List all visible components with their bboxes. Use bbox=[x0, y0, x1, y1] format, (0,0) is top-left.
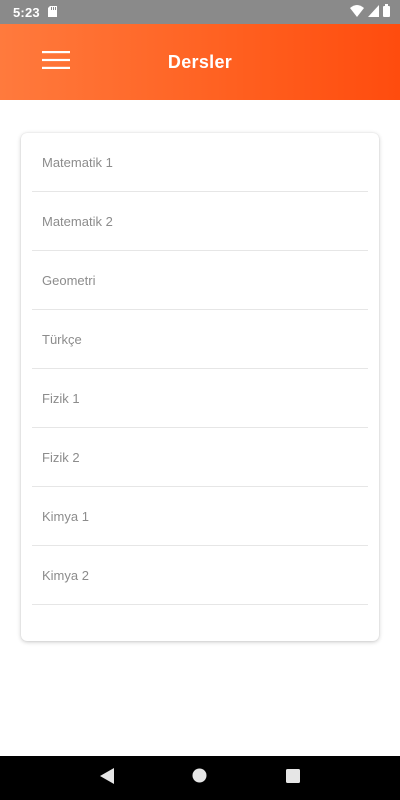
course-label: Geometri bbox=[42, 272, 96, 288]
status-bar: 5:23 bbox=[0, 0, 400, 24]
course-item-kimya-2[interactable]: Kimya 2 bbox=[32, 546, 368, 605]
battery-icon bbox=[383, 4, 390, 20]
wifi-icon bbox=[350, 4, 364, 20]
course-label: Kimya 2 bbox=[42, 567, 89, 583]
menu-button[interactable] bbox=[36, 46, 76, 78]
system-nav-bar bbox=[0, 756, 400, 800]
course-label: Matematik 2 bbox=[42, 213, 113, 229]
course-item-geometri[interactable]: Geometri bbox=[32, 251, 368, 310]
course-item-fizik-2[interactable]: Fizik 2 bbox=[32, 428, 368, 487]
course-label: Fizik 2 bbox=[42, 449, 80, 465]
sd-card-icon bbox=[47, 5, 57, 20]
course-item-fizik-1[interactable]: Fizik 1 bbox=[32, 369, 368, 428]
course-item-kimya-1[interactable]: Kimya 1 bbox=[32, 487, 368, 546]
course-label: Fizik 1 bbox=[42, 390, 80, 406]
recents-icon bbox=[286, 768, 301, 788]
course-label: Matematik 1 bbox=[42, 154, 113, 170]
status-time: 5:23 bbox=[13, 4, 40, 20]
page-title: Dersler bbox=[167, 51, 233, 72]
course-item-matematik-1[interactable]: Matematik 1 bbox=[32, 133, 368, 192]
home-button[interactable] bbox=[180, 758, 220, 798]
home-icon bbox=[192, 768, 207, 788]
course-item-turkce[interactable]: Türkçe bbox=[32, 310, 368, 369]
course-list-card: Matematik 1 Matematik 2 Geometri Türkçe … bbox=[21, 133, 379, 641]
course-label: Kimya 1 bbox=[42, 508, 89, 524]
back-button[interactable] bbox=[87, 758, 127, 798]
hamburger-menu-icon bbox=[42, 50, 70, 74]
recents-button[interactable] bbox=[273, 758, 313, 798]
course-label: Türkçe bbox=[42, 331, 82, 347]
back-icon bbox=[99, 767, 114, 789]
app-bar: Dersler bbox=[0, 24, 400, 100]
course-item-matematik-2[interactable]: Matematik 2 bbox=[32, 192, 368, 251]
signal-icon bbox=[368, 4, 379, 20]
